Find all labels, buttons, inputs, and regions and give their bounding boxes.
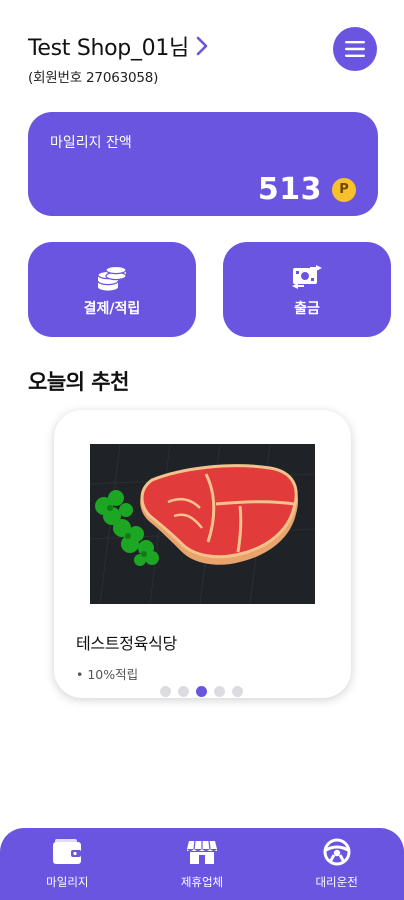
steering-wheel-icon	[323, 838, 351, 866]
hamburger-menu-icon	[345, 41, 365, 57]
pay-earn-button[interactable]: 결제/적립	[28, 242, 196, 337]
user-name: Test Shop_01님	[28, 36, 189, 61]
pay-earn-label: 결제/적립	[83, 300, 141, 317]
mileage-balance-card: 마일리지 잔액 513 P	[28, 112, 378, 216]
carousel-pagination	[160, 686, 243, 697]
recommendation-card[interactable]: 테스트정육식당 • 10%적립	[54, 410, 351, 698]
withdraw-button[interactable]: 출금	[223, 242, 391, 337]
nav-label-partners: 제휴업체	[180, 875, 224, 889]
carousel-dot[interactable]	[178, 686, 189, 697]
nav-label-designated-driver: 대리운전	[315, 875, 358, 889]
chevron-right-icon	[196, 36, 208, 56]
user-profile-link[interactable]: Test Shop_01님	[28, 30, 209, 62]
nav-item-mileage[interactable]: 마일리지	[12, 838, 122, 890]
carousel-dot[interactable]	[214, 686, 225, 697]
balance-label: 마일리지 잔액	[50, 135, 132, 151]
section-title-recommendation: 오늘의 추천	[28, 370, 129, 394]
wallet-icon	[53, 839, 82, 864]
menu-button[interactable]	[333, 27, 377, 71]
balance-value-row: 513 P	[258, 172, 356, 207]
carousel-dot-active[interactable]	[196, 686, 207, 697]
store-icon	[186, 840, 217, 864]
coins-icon	[97, 265, 127, 291]
restaurant-image	[90, 444, 315, 604]
reward-rate-tag: • 10%적립	[76, 667, 139, 682]
balance-value: 513	[257, 172, 322, 207]
member-id: (회원번호 27063058)	[28, 70, 159, 86]
withdraw-label: 출금	[294, 300, 320, 317]
nav-item-designated-driver[interactable]: 대리운전	[282, 838, 392, 890]
cash-transfer-icon	[292, 264, 322, 289]
point-badge: P	[332, 177, 356, 202]
header: Test Shop_01님 (회원번호 27063058)	[28, 30, 209, 86]
carousel-dot[interactable]	[160, 686, 171, 697]
carousel-dot[interactable]	[232, 686, 243, 697]
restaurant-name: 테스트정육식당	[76, 634, 177, 653]
nav-label-mileage: 마일리지	[46, 875, 89, 889]
nav-item-partners[interactable]: 제휴업체	[147, 838, 257, 890]
bottom-nav: 마일리지 제휴업체 대리운전	[0, 828, 404, 900]
steak-illustration	[90, 444, 315, 604]
